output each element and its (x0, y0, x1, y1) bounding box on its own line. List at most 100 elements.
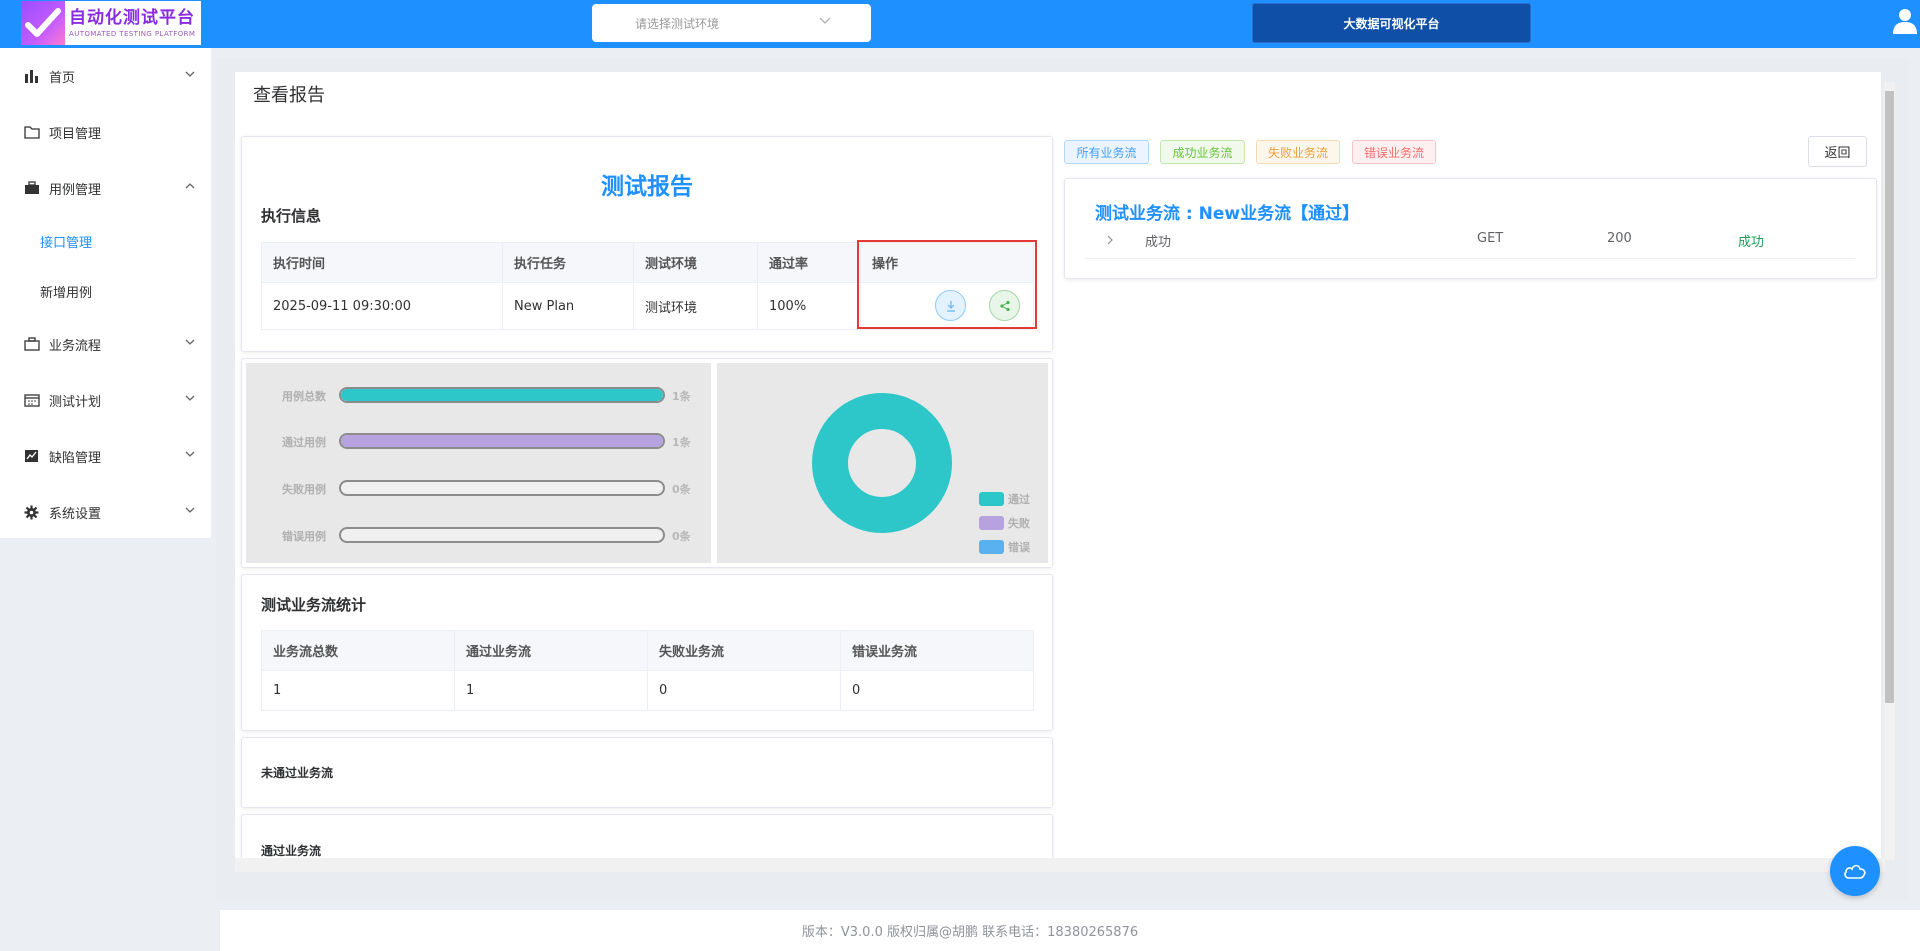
bar-track (339, 527, 665, 543)
failed-flows-title: 未通过业务流 (261, 766, 334, 780)
donut-svg (812, 393, 952, 533)
logo-title: 自动化测试平台 (69, 8, 195, 28)
sidebar-item-settings[interactable]: 系统设置 (0, 492, 211, 532)
logo-mark-icon (21, 1, 65, 45)
table-cell: 2025-09-11 09:30:00 (261, 282, 503, 330)
sidebar-sub-item-new-case[interactable]: 新增用例 (40, 282, 92, 301)
chevron-down-icon (819, 17, 831, 24)
sidebar-item-cases[interactable]: 用例管理 (0, 168, 211, 208)
table-header: 通过业务流 (454, 630, 648, 671)
chevron-down-icon (185, 507, 195, 513)
flow-step-method: GET (1477, 231, 1504, 246)
calendar-icon (24, 394, 40, 407)
bar-label: 用例总数 (282, 390, 326, 403)
env-select[interactable]: 请选择测试环境 (592, 4, 871, 42)
bar-row: 通过用例 1条 (246, 431, 711, 451)
flow-stats-title: 测试业务流统计 (261, 596, 367, 614)
sidebar: 首页 项目管理 用例管理 接口管理 新增用例 业务流程 测试计划 缺陷管理 系统… (0, 48, 211, 538)
user-icon[interactable] (1893, 8, 1917, 34)
tag-success-flows[interactable]: 成功业务流 (1160, 140, 1245, 164)
table-header: 通过率 (757, 242, 861, 283)
chevron-down-icon (185, 339, 195, 345)
bigdata-platform-button[interactable]: 大数据可视化平台 (1252, 3, 1531, 43)
briefcase-icon (25, 181, 39, 194)
suitcase-icon (24, 337, 40, 351)
footer: 版本：V3.0.0 版权归属@胡鹏 联系电话：18380265876 (220, 910, 1920, 951)
sidebar-item-test-plan[interactable]: 测试计划 (0, 380, 211, 420)
bar-row: 错误用例 0条 (246, 525, 711, 545)
legend-item[interactable]: 失败 (979, 516, 1030, 530)
legend-label: 失败 (1008, 517, 1030, 530)
line-chart-icon (25, 450, 38, 462)
table-header: 执行任务 (502, 242, 634, 283)
sidebar-item-projects[interactable]: 项目管理 (0, 112, 211, 152)
passed-flows-title: 通过业务流 (261, 844, 322, 858)
horizontal-scrollbar[interactable] (235, 858, 1885, 872)
flow-detail-title: 测试业务流 : New业务流【通过】 (1095, 204, 1360, 224)
legend-swatch (979, 516, 1004, 530)
logo: 自动化测试平台 AUTOMATED TESTING PLATFORM (21, 1, 201, 45)
legend-item[interactable]: 通过 (979, 492, 1030, 506)
gear-icon (24, 505, 39, 520)
flow-stats-table: 业务流总数 通过业务流 失败业务流 错误业务流 1 1 0 0 (261, 630, 1034, 711)
bar-label: 通过用例 (282, 436, 326, 449)
sidebar-item-label: 业务流程 (49, 338, 102, 354)
table-cell: New Plan (502, 282, 634, 330)
sidebar-item-label: 缺陷管理 (49, 450, 102, 466)
bar-track (339, 387, 665, 403)
table-cell: 0 (647, 670, 841, 711)
legend-swatch (979, 492, 1004, 506)
bar-value-label: 0条 (672, 530, 691, 543)
exec-info-title: 执行信息 (261, 207, 322, 225)
cloud-button[interactable] (1830, 846, 1880, 896)
flow-stats-panel: 测试业务流统计 业务流总数 通过业务流 失败业务流 错误业务流 1 1 0 0 (241, 574, 1053, 731)
table-row: 1 1 0 0 (261, 670, 1034, 711)
chevron-right-icon[interactable] (1107, 235, 1113, 245)
download-icon (946, 300, 955, 312)
sidebar-item-label: 项目管理 (49, 126, 102, 142)
bar-fill (341, 389, 663, 401)
flow-step-result: 成功 (1738, 235, 1765, 250)
legend-label: 通过 (1008, 493, 1030, 506)
report-title: 测试报告 (601, 174, 693, 200)
bar-row: 失败用例 0条 (246, 478, 711, 498)
chevron-down-icon (185, 71, 195, 77)
sidebar-item-defects[interactable]: 缺陷管理 (0, 436, 211, 476)
flow-step-name: 成功 (1145, 235, 1172, 250)
bar-value-label: 1条 (672, 390, 691, 403)
table-cell: 1 (454, 670, 648, 711)
back-button[interactable]: 返回 (1808, 136, 1867, 167)
passed-flows-panel: 通过业务流 (241, 814, 1053, 860)
tag-all-flows[interactable]: 所有业务流 (1064, 140, 1149, 164)
sidebar-item-business-flow[interactable]: 业务流程 (0, 324, 211, 364)
chevron-down-icon (185, 451, 195, 457)
chevron-down-icon (185, 395, 195, 401)
sidebar-sub-item-api[interactable]: 接口管理 (40, 232, 92, 251)
sidebar-item-home[interactable]: 首页 (0, 56, 211, 96)
legend-item[interactable]: 错误 (979, 540, 1030, 554)
failed-flows-panel: 未通过业务流 (241, 737, 1053, 808)
tag-failed-flows[interactable]: 失败业务流 (1256, 140, 1340, 164)
table-header: 执行时间 (261, 242, 503, 283)
flow-step-row[interactable]: 成功 GET 200 成功 (1085, 225, 1855, 259)
bar-track (339, 480, 665, 496)
share-button[interactable] (989, 290, 1020, 321)
table-header: 测试环境 (633, 242, 758, 283)
vertical-scrollbar[interactable] (1884, 82, 1895, 860)
bar-fill (341, 435, 663, 447)
bar-value-label: 0条 (672, 483, 691, 496)
table-header: 失败业务流 (647, 630, 841, 671)
page-title: 查看报告 (253, 85, 325, 106)
bar-track (339, 433, 665, 449)
scrollbar-thumb[interactable] (1885, 91, 1894, 703)
sidebar-item-label: 测试计划 (49, 394, 102, 410)
folder-icon (24, 126, 40, 139)
sidebar-item-label: 首页 (49, 70, 76, 86)
table-cell: 100% (757, 282, 861, 330)
share-icon (999, 300, 1010, 311)
bar-row: 用例总数 1条 (246, 385, 711, 405)
top-bar: 自动化测试平台 AUTOMATED TESTING PLATFORM 请选择测试… (0, 0, 1920, 48)
table-header: 业务流总数 (261, 630, 455, 671)
download-button[interactable] (935, 290, 966, 321)
tag-error-flows[interactable]: 错误业务流 (1352, 140, 1436, 164)
